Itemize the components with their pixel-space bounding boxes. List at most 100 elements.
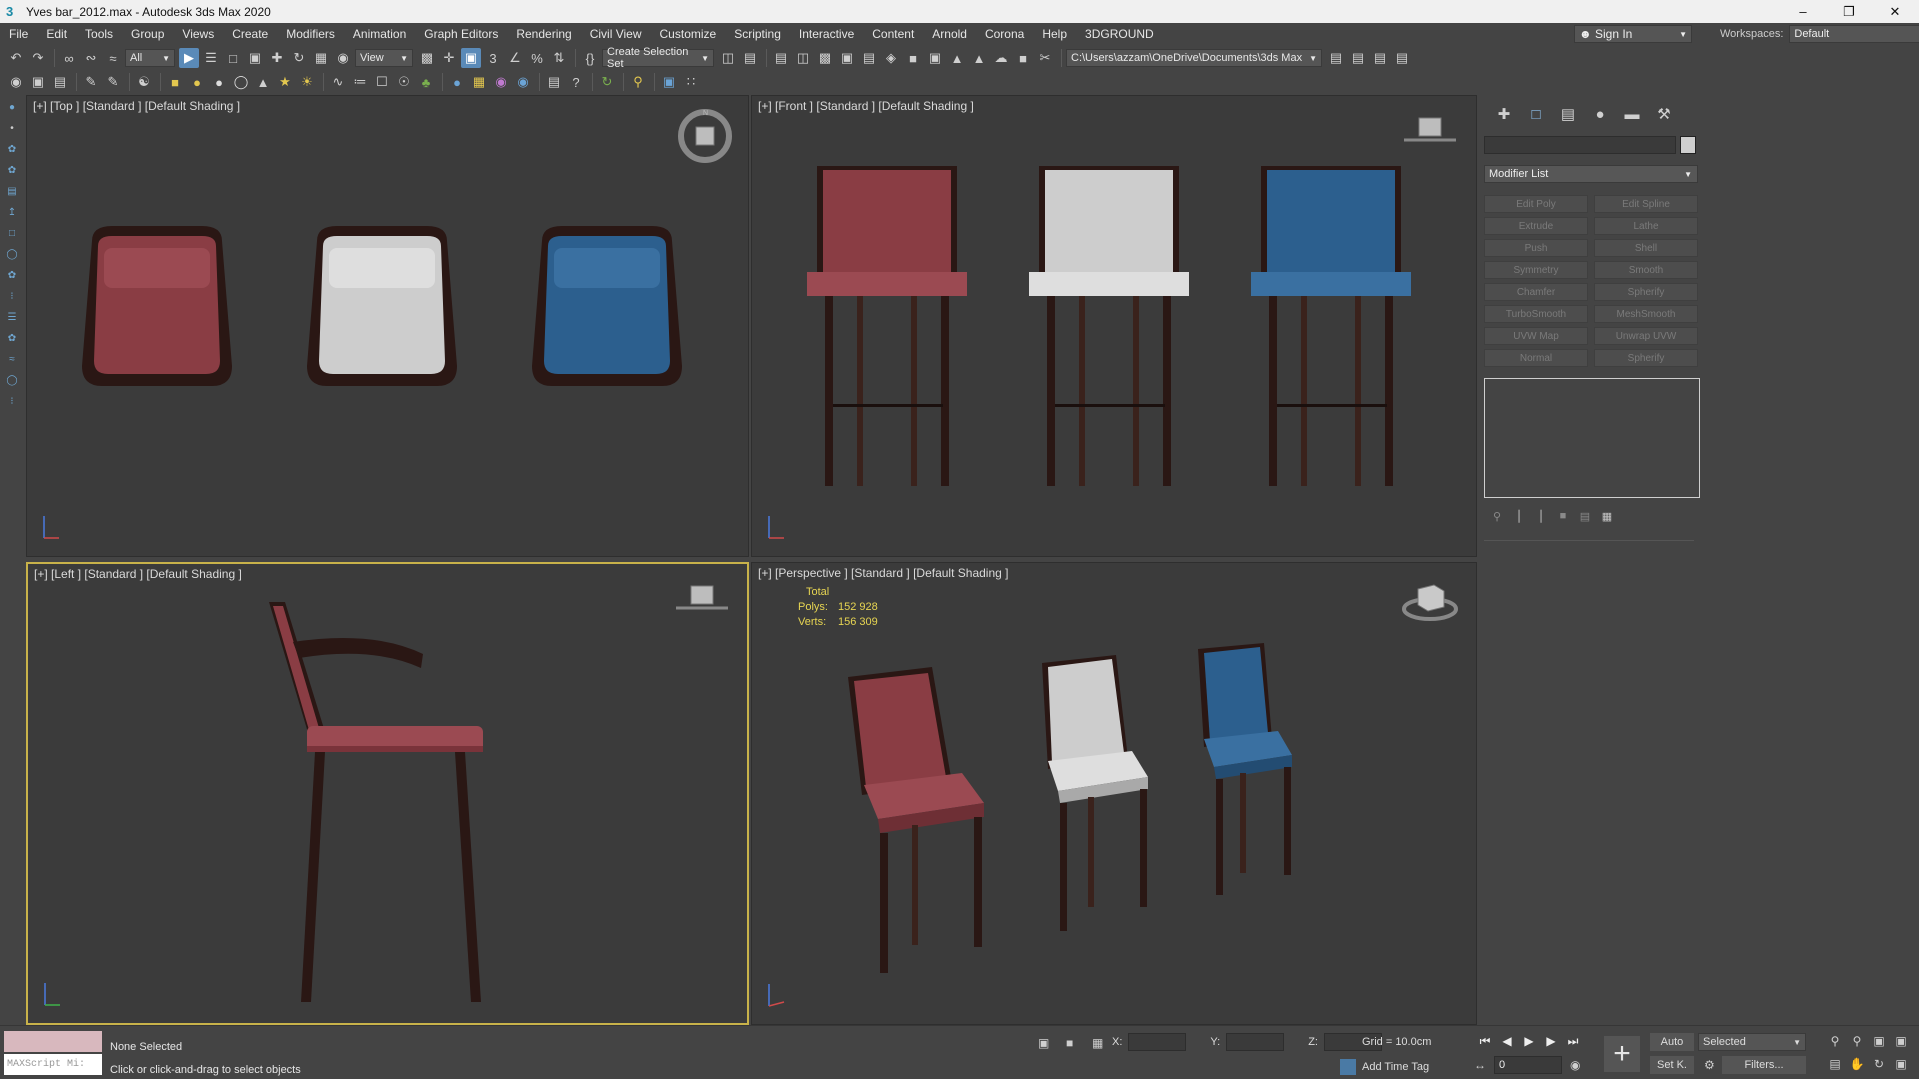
sphere-icon[interactable]: ● [209,72,229,92]
lock-selection-icon[interactable]: ■ [1066,1036,1073,1050]
project-settings-icon[interactable]: ▤ [1392,48,1412,68]
tool-leaf-icon[interactable]: ✿ [3,161,21,179]
orbit-icon[interactable]: ↻ [1868,1054,1890,1074]
zoom-extents-all-icon[interactable]: ▣ [1890,1031,1912,1051]
place-icon[interactable]: ◉ [333,48,353,68]
spacewarp-icon[interactable]: ☉ [394,72,414,92]
tool-circle-icon[interactable]: ◯ [3,245,21,263]
key-mode-icon[interactable]: ◉ [1570,1058,1580,1072]
menu-animation[interactable]: Animation [344,27,415,41]
tool-tree-icon[interactable]: ✿ [3,329,21,347]
minimize-icon[interactable]: – [1780,0,1826,23]
selection-set-dropdown[interactable]: Create Selection Set ▼ [602,46,714,70]
angle-snap-icon[interactable]: ∠ [505,48,525,68]
viewport-top[interactable]: [+] [Top ] [Standard ] [Default Shading … [26,95,749,557]
chamfer-button[interactable]: Chamfer [1484,283,1588,301]
extrude-button[interactable]: Extrude [1484,217,1588,235]
current-frame-field[interactable]: 0 [1494,1056,1562,1074]
make-unique-icon[interactable]: ┃ [1532,507,1550,525]
edit-poly-button[interactable]: Edit Poly [1484,195,1588,213]
particles-icon[interactable]: ≔ [350,72,370,92]
rendered-frame-icon[interactable]: ▣ [925,48,945,68]
sign-in-dropdown[interactable]: ☻ Sign In ▼ [1574,25,1692,43]
window-crossing-icon[interactable]: ▣ [245,48,265,68]
render-setup-icon[interactable]: ■ [903,48,923,68]
layer-manager-icon[interactable]: ▤ [50,72,70,92]
add-time-tag[interactable]: Add Time Tag [1340,1059,1429,1075]
set-key-button[interactable]: Set K. [1650,1056,1694,1074]
render-cloud-icon[interactable]: ☁ [991,48,1011,68]
next-frame-icon[interactable]: ▶ [1540,1031,1562,1051]
tool-stack-icon[interactable]: ☰ [3,308,21,326]
curve-editor-icon[interactable]: ▣ [837,48,857,68]
viewport-left[interactable]: [+] [Left ] [Standard ] [Default Shading… [26,562,749,1025]
helper-icon[interactable]: ☐ [372,72,392,92]
undo-icon[interactable]: ↶ [6,48,26,68]
delete-icon[interactable]: ▤ [1576,507,1594,525]
align-icon[interactable]: ▤ [740,48,760,68]
tool-line-icon[interactable]: ⁝ [3,287,21,305]
edit-named-selection-icon[interactable]: {} [580,48,600,68]
y-field[interactable] [1226,1033,1285,1051]
absolute-mode-icon[interactable]: ▦ [1092,1036,1103,1050]
scene-explorer-icon[interactable]: ▤ [771,48,791,68]
goto-end-icon[interactable]: ⏭ [1562,1031,1584,1051]
spherify-button-2[interactable]: Spherify [1594,349,1698,367]
tool-box-icon[interactable]: □ [3,224,21,242]
menu-modifiers[interactable]: Modifiers [277,27,344,41]
maxscript-mini-listener[interactable]: MAXScript Mi: [4,1054,102,1075]
scissors-icon[interactable]: ✂ [1035,48,1055,68]
pivot-center-icon[interactable]: ▩ [417,48,437,68]
edit-spline-button[interactable]: Edit Spline [1594,195,1698,213]
fb-icon[interactable]: ▣ [659,72,679,92]
project-path-dropdown[interactable]: C:\Users\azzam\OneDrive\Documents\3ds Ma… [1066,49,1322,67]
tool-grass-icon[interactable]: ✿ [3,140,21,158]
time-config-icon[interactable]: ↔ [1474,1058,1486,1072]
tool-arrow-icon[interactable]: ↥ [3,203,21,221]
uvw-map-button[interactable]: UVW Map [1484,327,1588,345]
cone-icon[interactable]: ▲ [253,72,273,92]
close-icon[interactable]: ✕ [1872,0,1918,23]
corona-render-icon[interactable]: ● [447,72,467,92]
cylinder-icon[interactable]: ● [187,72,207,92]
push-button[interactable]: Push [1484,239,1588,257]
render-frame-window-icon[interactable]: ■ [1013,48,1033,68]
help-icon[interactable]: ? [566,72,586,92]
reference-coord-dropdown[interactable]: View ▼ [355,49,413,67]
menu-views[interactable]: Views [173,27,223,41]
pan-icon[interactable]: ✋ [1846,1054,1868,1074]
layer-explorer-icon[interactable]: ◫ [793,48,813,68]
pin-icon[interactable]: ⚲ [628,72,648,92]
menu-group[interactable]: Group [122,27,173,41]
menu-arnold[interactable]: Arnold [923,27,976,41]
save-project-icon[interactable]: ▤ [1370,48,1390,68]
menu-tools[interactable]: Tools [76,27,122,41]
menu-customize[interactable]: Customize [651,27,726,41]
tool-branch-icon[interactable]: ✿ [3,266,21,284]
workspace-dropdown[interactable]: Default [1789,25,1919,43]
refresh-icon[interactable]: ↻ [597,72,617,92]
mirror-icon[interactable]: ◫ [718,48,738,68]
menu-rendering[interactable]: Rendering [507,27,580,41]
move-icon[interactable]: ✚ [267,48,287,68]
material-editor-icon[interactable]: ◈ [881,48,901,68]
object-paint-icon[interactable]: ✎ [103,72,123,92]
menu-graph-editors[interactable]: Graph Editors [415,27,507,41]
selection-filter-dropdown[interactable]: All ▼ [125,49,175,67]
hierarchy-icon[interactable]: ▤ [1552,103,1584,125]
render-iterative-icon[interactable]: ▲ [969,48,989,68]
lathe-button[interactable]: Lathe [1594,217,1698,235]
display-icon[interactable]: ▬ [1616,103,1648,125]
menu-3dground[interactable]: 3DGROUND [1076,27,1163,41]
viewport-front[interactable]: [+] [Front ] [Standard ] [Default Shadin… [751,95,1477,557]
normal-button[interactable]: Normal [1484,349,1588,367]
utilities-icon[interactable]: ⚒ [1648,103,1680,125]
toggle-ribbon-icon[interactable]: ▩ [815,48,835,68]
viewport-perspective[interactable]: [+] [Perspective ] [Standard ] [Default … [751,562,1477,1025]
tool-dash-icon[interactable]: ⁝ [3,392,21,410]
create-icon[interactable]: ✚ [1488,103,1520,125]
menu-corona[interactable]: Corona [976,27,1033,41]
key-filters-icon[interactable]: ⚙ [1704,1058,1715,1072]
menu-interactive[interactable]: Interactive [790,27,863,41]
plant-icon[interactable]: ♣ [416,72,436,92]
